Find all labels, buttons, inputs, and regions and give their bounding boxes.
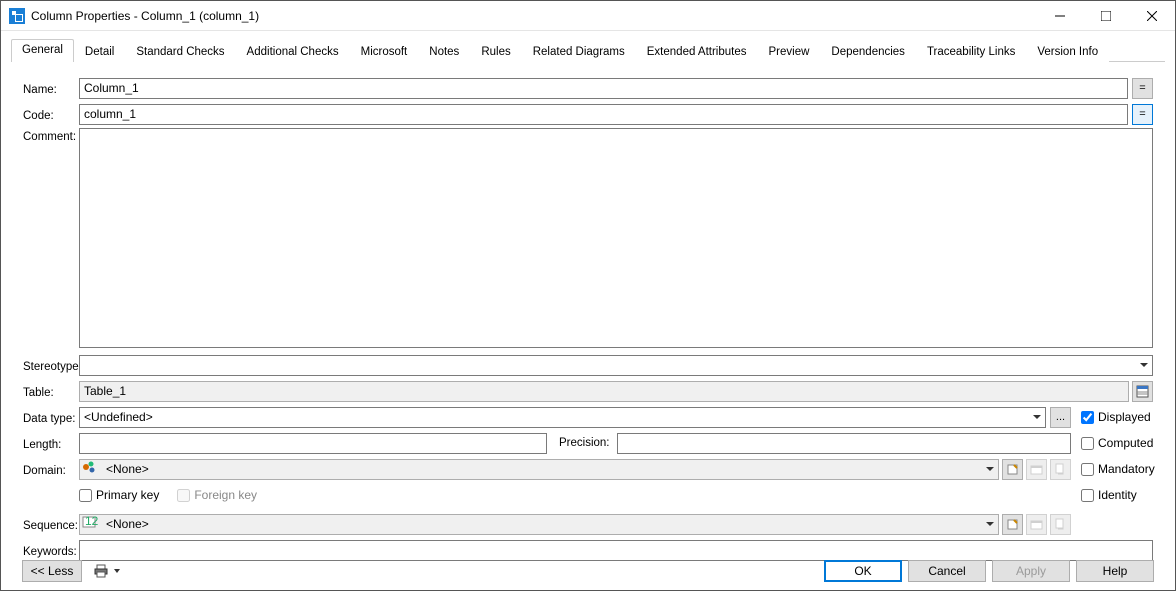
chevron-down-icon xyxy=(1028,408,1045,427)
comment-label: Comment: xyxy=(23,128,79,143)
title-bar: Column Properties - Column_1 (column_1) xyxy=(1,1,1175,31)
tab-preview[interactable]: Preview xyxy=(758,41,821,62)
comment-textarea[interactable] xyxy=(79,128,1153,348)
sequence-label: Sequence: xyxy=(23,517,79,532)
domain-properties-button[interactable] xyxy=(1050,459,1071,480)
tab-standard-checks[interactable]: Standard Checks xyxy=(125,41,235,62)
domain-icon xyxy=(82,460,98,474)
domain-label: Domain: xyxy=(23,462,79,477)
svg-text:123: 123 xyxy=(85,515,98,528)
maximize-button[interactable] xyxy=(1083,1,1129,31)
name-sync-button[interactable]: = xyxy=(1132,78,1153,99)
name-input[interactable] xyxy=(79,78,1128,99)
sequence-create-button[interactable] xyxy=(1002,514,1023,535)
apply-button[interactable]: Apply xyxy=(992,560,1070,582)
identity-checkbox[interactable]: Identity xyxy=(1081,488,1153,502)
cancel-button[interactable]: Cancel xyxy=(908,560,986,582)
chevron-down-icon xyxy=(981,460,998,479)
dialog-button-bar: << Less OK Cancel Apply Help xyxy=(0,551,1176,591)
precision-input[interactable] xyxy=(617,433,1071,454)
tab-version-info[interactable]: Version Info xyxy=(1026,41,1109,62)
tab-related-diagrams[interactable]: Related Diagrams xyxy=(522,41,636,62)
close-button[interactable] xyxy=(1129,1,1175,31)
table-properties-button[interactable] xyxy=(1132,381,1153,402)
name-label: Name: xyxy=(23,81,79,96)
mandatory-checkbox[interactable]: Mandatory xyxy=(1081,462,1153,476)
sequence-properties-button[interactable] xyxy=(1050,514,1071,535)
datatype-label: Data type: xyxy=(23,410,79,425)
chevron-down-icon xyxy=(114,569,120,573)
foreign-key-checkbox: Foreign key xyxy=(177,488,257,502)
chevron-down-icon xyxy=(1135,356,1152,375)
table-input[interactable] xyxy=(79,381,1129,402)
sequence-combo[interactable]: 123 <None> xyxy=(79,514,999,535)
ok-button[interactable]: OK xyxy=(824,560,902,582)
datatype-browse-button[interactable]: ... xyxy=(1050,407,1071,428)
tab-additional-checks[interactable]: Additional Checks xyxy=(236,41,350,62)
tab-traceability-links[interactable]: Traceability Links xyxy=(916,41,1026,62)
general-form: Name: = Code: = Comment: Stereotype: Tab… xyxy=(1,63,1175,566)
code-input[interactable] xyxy=(79,104,1128,125)
code-sync-button[interactable]: = xyxy=(1132,104,1153,125)
domain-combo[interactable]: <None> xyxy=(79,459,999,480)
domain-create-button[interactable] xyxy=(1002,459,1023,480)
chevron-down-icon xyxy=(981,515,998,534)
stereotype-combo[interactable] xyxy=(79,355,1153,376)
print-menu-button[interactable] xyxy=(92,560,122,582)
displayed-checkbox[interactable]: Displayed xyxy=(1081,410,1153,424)
computed-checkbox[interactable]: Computed xyxy=(1081,436,1153,450)
tab-extended-attributes[interactable]: Extended Attributes xyxy=(636,41,758,62)
stereotype-label: Stereotype: xyxy=(23,358,79,373)
length-label: Length: xyxy=(23,436,79,451)
datatype-combo[interactable]: <Undefined> xyxy=(79,407,1046,428)
primary-key-checkbox[interactable]: Primary key xyxy=(79,488,159,502)
tab-general[interactable]: General xyxy=(11,39,74,62)
length-input[interactable] xyxy=(79,433,547,454)
tab-notes[interactable]: Notes xyxy=(418,41,470,62)
tab-rules[interactable]: Rules xyxy=(470,41,521,62)
table-label: Table: xyxy=(23,384,79,399)
domain-select-button[interactable] xyxy=(1026,459,1047,480)
code-label: Code: xyxy=(23,107,79,122)
precision-label: Precision: xyxy=(559,437,609,449)
tab-bar: General Detail Standard Checks Additiona… xyxy=(1,31,1175,63)
app-icon xyxy=(9,8,25,24)
tab-microsoft[interactable]: Microsoft xyxy=(350,41,419,62)
tab-detail[interactable]: Detail xyxy=(74,41,125,62)
minimize-button[interactable] xyxy=(1037,1,1083,31)
sequence-select-button[interactable] xyxy=(1026,514,1047,535)
sequence-icon: 123 xyxy=(82,515,98,529)
window-title: Column Properties - Column_1 (column_1) xyxy=(31,9,1037,23)
tab-dependencies[interactable]: Dependencies xyxy=(820,41,916,62)
less-button[interactable]: << Less xyxy=(22,560,82,582)
help-button[interactable]: Help xyxy=(1076,560,1154,582)
